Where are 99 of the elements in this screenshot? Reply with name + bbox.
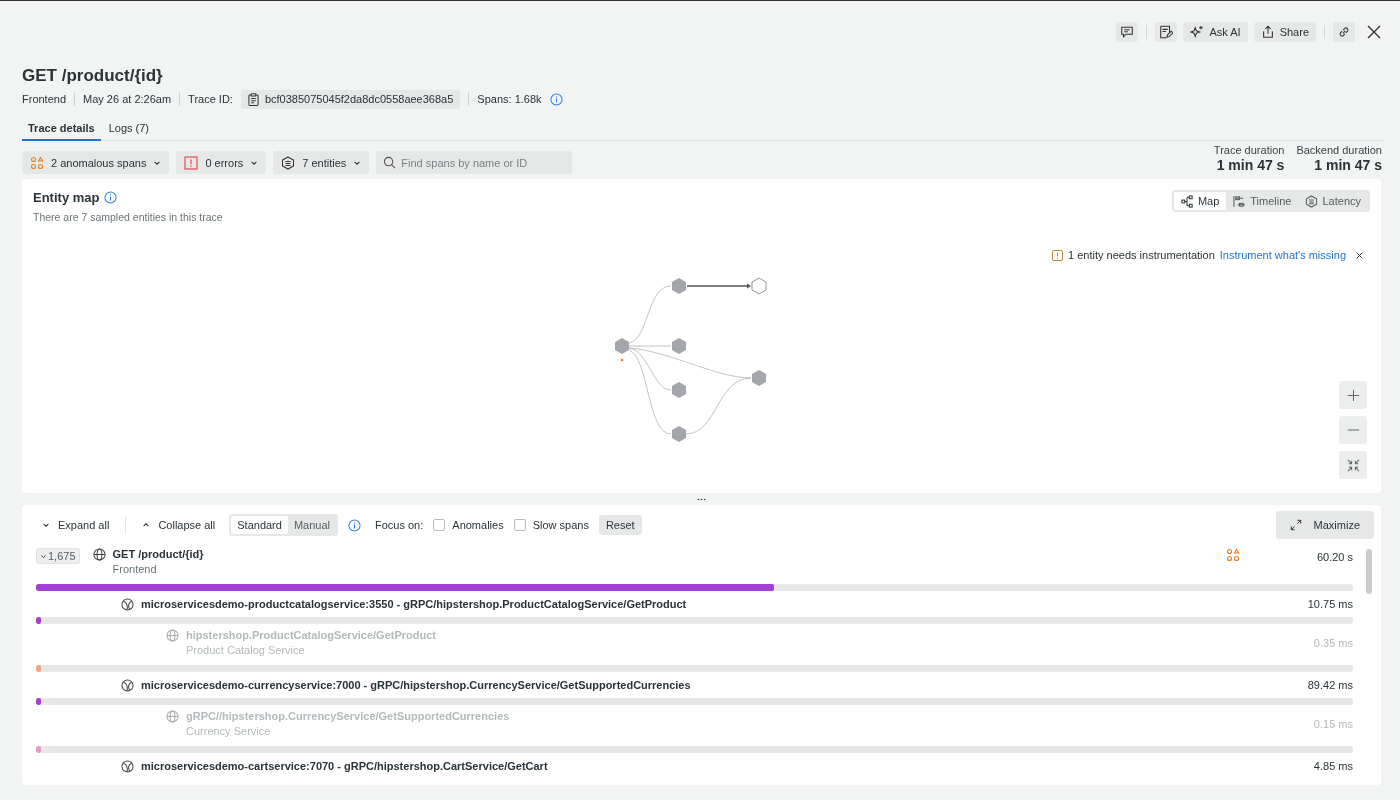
warning-icon: [1052, 249, 1064, 261]
span-duration: 89.42 ms: [1306, 679, 1353, 691]
span-duration: 4.85 ms: [1312, 760, 1353, 772]
service-name: Frontend: [22, 93, 67, 105]
entity-node[interactable]: [752, 370, 766, 386]
sparkle-icon: [1190, 25, 1205, 39]
trace-title: GET /product/{id}: [22, 65, 164, 87]
clipboard-icon: [247, 92, 259, 106]
mode-option[interactable]: Standard: [231, 516, 288, 534]
zoom-in-button[interactable]: [1339, 381, 1367, 409]
panel-subtitle: There are 7 sampled entities in this trace: [33, 211, 223, 223]
checkbox[interactable]: [513, 519, 526, 531]
map-icon: [1180, 194, 1194, 208]
service-icon: [121, 760, 134, 773]
duration-label: Trace duration: [1213, 144, 1285, 156]
zoom-out-button[interactable]: [1339, 416, 1367, 444]
reset-button[interactable]: Reset: [598, 515, 642, 535]
span-duration: 0.15 ms: [1312, 718, 1353, 730]
panel-title: Entity map: [33, 190, 100, 205]
share-button[interactable]: Share: [1253, 22, 1316, 42]
chevron-down-icon: [40, 552, 47, 560]
mode-option[interactable]: Manual: [287, 516, 336, 534]
expand-arrows-icon: [1289, 519, 1302, 531]
search-icon: [383, 156, 397, 169]
entity-filter-dropdown[interactable]: 7 entities: [273, 151, 370, 174]
span-service: Frontend: [112, 563, 158, 575]
span-name[interactable]: microservicesdemo-currencyservice:7000 - gRPC/hipstershop.CurrencyService/GetSupportedCurrencies: [141, 679, 1276, 691]
hexagon-icon: [1305, 194, 1319, 208]
entity-node[interactable]: [751, 277, 767, 295]
info-icon[interactable]: [549, 92, 563, 106]
resize-handle-icon[interactable]: [697, 497, 706, 501]
instrument-link[interactable]: Instrument what's missing: [1219, 249, 1346, 261]
collapse-all-button[interactable]: Collapse all: [138, 519, 220, 531]
notice-text: 1 entity needs instrumentation: [1068, 249, 1215, 261]
checkbox-label: Anomalies: [452, 519, 504, 531]
view-tab[interactable]: Map: [1173, 192, 1227, 210]
span-name[interactable]: microservicesdemo-cartservice:7070 - gRPC/hipstershop.CartService/GetCart: [141, 760, 1276, 772]
globe-icon: [92, 548, 106, 561]
arrow: [686, 283, 751, 289]
search-field[interactable]: Find spans by name or ID: [376, 151, 573, 174]
trace-id-chip[interactable]: bcf0385075045f2da8dc0558aee368a5: [240, 89, 461, 109]
duration-label: Backend duration: [1296, 144, 1382, 156]
scrollbar-thumb[interactable]: [1366, 549, 1372, 594]
error-icon: [184, 155, 199, 170]
duration-value: 1 min 47 s: [1216, 157, 1285, 173]
close-icon[interactable]: [1367, 25, 1381, 39]
maximize-button[interactable]: Maximize: [1275, 511, 1374, 539]
anomaly-icon: [30, 155, 44, 170]
service-icon: [121, 598, 134, 611]
span-duration: 0.35 ms: [1312, 637, 1353, 649]
tab[interactable]: Logs (7): [102, 118, 155, 141]
chevron-up-icon: [142, 521, 151, 529]
close-icon[interactable]: [1356, 251, 1363, 259]
copy-link-button[interactable]: [1333, 22, 1355, 42]
globe-icon: [166, 629, 179, 642]
trace-id-label: Trace ID:: [188, 93, 233, 105]
plus-icon: [1346, 388, 1360, 402]
span-service: Product Catalog Service: [186, 644, 306, 656]
duration-value: 1 min 47 s: [1314, 157, 1382, 173]
note-edit-icon: [1159, 25, 1174, 39]
comment-button[interactable]: [1116, 22, 1139, 42]
span-name[interactable]: GET /product/{id}: [112, 548, 1219, 560]
collapse-toggle[interactable]: 1,675: [36, 548, 80, 564]
spans-count: Spans: 1.68k: [477, 93, 542, 105]
speech-bubble-icon: [1120, 25, 1135, 39]
checkbox-label: Slow spans: [532, 519, 589, 531]
entity-node[interactable]: [672, 278, 686, 294]
link-icon: [1337, 25, 1351, 39]
share-icon: [1260, 25, 1275, 39]
notes-button[interactable]: [1155, 22, 1178, 42]
entity-node[interactable]: [672, 382, 686, 398]
expand-all-button[interactable]: Expand all: [38, 519, 114, 531]
service-icon: [121, 679, 134, 692]
ask-ai-button[interactable]: Ask AI: [1183, 22, 1248, 42]
span-duration: 10.75 ms: [1306, 598, 1353, 610]
hexagon-icon: [281, 155, 296, 170]
collapse-arrows-icon: [1346, 458, 1360, 472]
tab[interactable]: Trace details: [22, 118, 101, 141]
entity-node[interactable]: [615, 338, 629, 354]
view-tab[interactable]: Latency: [1298, 192, 1368, 210]
anomaly-dot: [620, 358, 624, 362]
info-icon[interactable]: [348, 518, 361, 532]
span-service: Currency Service: [186, 725, 272, 737]
trace-date: May 26 at 2:26am: [83, 93, 172, 105]
globe-icon: [166, 710, 179, 723]
span-duration: 60.20 s: [1315, 551, 1353, 563]
focus-label: Focus on:: [375, 519, 424, 531]
entity-node[interactable]: [672, 426, 686, 442]
error-filter-dropdown[interactable]: 0 errors: [176, 151, 267, 174]
info-icon[interactable]: [104, 191, 118, 204]
minus-icon: [1346, 429, 1360, 431]
view-tab[interactable]: Timeline: [1226, 192, 1299, 210]
fit-view-button[interactable]: [1339, 451, 1367, 479]
entity-node[interactable]: [672, 338, 686, 354]
anomaly-filter-dropdown[interactable]: 2 anomalous spans: [22, 151, 170, 174]
timeline-icon: [1233, 194, 1247, 208]
span-name[interactable]: microservicesdemo-productcatalogservice:3550 - gRPC/hipstershop.ProductCatalogService/GetProduct: [141, 598, 1276, 610]
chevron-down-icon: [42, 521, 50, 529]
checkbox[interactable]: [433, 519, 446, 531]
